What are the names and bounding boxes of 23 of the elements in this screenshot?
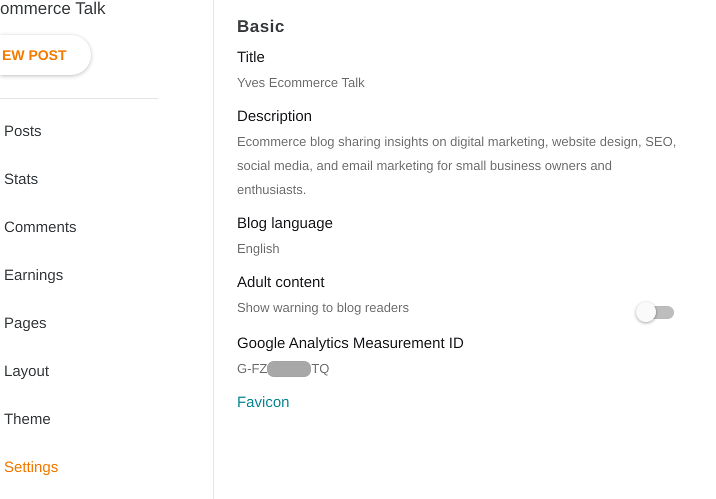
setting-label: Adult content: [237, 274, 326, 291]
setting-label: Description: [237, 108, 314, 125]
toggle-switch[interactable]: [636, 302, 674, 322]
setting-value: TQ: [311, 360, 330, 378]
section-heading: Basic: [237, 17, 286, 37]
setting-label: Google Analytics Measurement ID: [237, 335, 464, 352]
redaction-mask: [267, 361, 312, 377]
nav-item[interactable]: Pages: [0, 299, 213, 347]
setting-label: Title: [237, 49, 266, 66]
nav-item[interactable]: Comments: [0, 203, 213, 251]
nav-item[interactable]: Posts: [0, 107, 213, 155]
setting-value: Show warning to blog readers: [237, 299, 409, 317]
blog-title: ommerce Talk: [0, 0, 106, 20]
setting-value: English: [237, 240, 281, 258]
favicon-link[interactable]: Favicon: [237, 394, 290, 411]
setting-label: Blog language: [237, 215, 333, 232]
nav-item[interactable]: Layout: [0, 347, 213, 395]
nav-item[interactable]: Theme: [0, 395, 213, 443]
nav-item[interactable]: Earnings: [0, 251, 213, 299]
nav-item[interactable]: Stats: [0, 155, 213, 203]
setting-value: Ecommerce blog sharing insights on digital marketing, website design, SEO, social media, and email marketing for small business owners and enthusiasts.: [237, 133, 677, 199]
setting-value: G-FZ: [237, 360, 268, 378]
setting-value: Yves Ecommerce Talk: [237, 74, 365, 92]
